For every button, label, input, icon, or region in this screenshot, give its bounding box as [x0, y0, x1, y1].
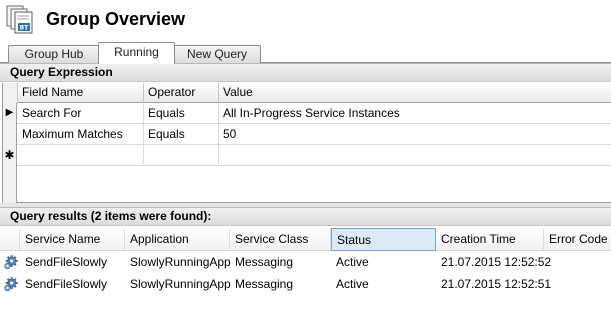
status-cell[interactable]: Active: [331, 273, 436, 295]
tab-new-query[interactable]: New Query: [173, 45, 261, 63]
query-results-grid: Service Name Application Service Class S…: [0, 226, 611, 312]
gear-icon: [4, 277, 18, 292]
gear-icon: [4, 255, 18, 270]
biztalk-badge-text: BT: [20, 25, 30, 32]
new-row-asterisk-icon[interactable]: ✱: [3, 145, 17, 166]
page-title: Group Overview: [46, 9, 186, 29]
results-header-row: Service Name Application Service Class S…: [0, 228, 611, 251]
field-name-cell[interactable]: Search For: [18, 103, 144, 124]
query-results-heading: Query results (2 items were found):: [0, 207, 611, 226]
current-row-indicator-icon[interactable]: ▶: [3, 103, 17, 124]
operator-cell[interactable]: [144, 145, 219, 166]
operator-cell[interactable]: Equals: [144, 103, 219, 124]
creation-time-cell[interactable]: 21.07.2015 12:52:51: [436, 273, 551, 295]
column-header-application[interactable]: Application: [125, 228, 230, 251]
column-header-error-code[interactable]: Error Code: [544, 228, 611, 251]
query-expression-row[interactable]: ▶ Search For Equals All In-Progress Serv…: [3, 103, 611, 124]
query-expression-header-row: Field Name Operator Value: [3, 83, 611, 103]
status-cell[interactable]: Active: [331, 251, 436, 273]
field-name-cell[interactable]: [18, 145, 144, 166]
column-header-field-name[interactable]: Field Name: [18, 83, 144, 103]
tab-running[interactable]: Running: [98, 42, 175, 64]
table-row[interactable]: SendFileSlowly SlowlyRunningApp Messagin…: [0, 273, 611, 295]
service-name-cell[interactable]: SendFileSlowly: [20, 251, 125, 273]
service-name-cell[interactable]: SendFileSlowly: [20, 273, 125, 295]
value-cell[interactable]: [219, 145, 611, 166]
service-class-cell[interactable]: Messaging: [230, 273, 331, 295]
column-header-service-name[interactable]: Service Name: [20, 228, 125, 251]
application-cell[interactable]: SlowlyRunningApp: [125, 251, 231, 273]
column-header-creation-time[interactable]: Creation Time: [436, 228, 544, 251]
query-expression-heading: Query Expression: [0, 63, 611, 82]
creation-time-cell[interactable]: 21.07.2015 12:52:52: [436, 251, 551, 273]
biztalk-console-icon: BT: [6, 5, 33, 34]
value-cell[interactable]: All In-Progress Service Instances: [219, 103, 611, 124]
field-name-cell[interactable]: Maximum Matches: [18, 124, 144, 145]
operator-cell[interactable]: Equals: [144, 124, 219, 145]
tab-strip: Group Hub Running New Query: [0, 42, 611, 64]
row-selector-header: [3, 83, 18, 103]
value-cell[interactable]: 50: [219, 124, 611, 145]
error-code-cell[interactable]: [544, 251, 611, 273]
page-header: BT Group Overview: [0, 0, 611, 42]
table-row[interactable]: SendFileSlowly SlowlyRunningApp Messagin…: [0, 251, 611, 273]
row-selector[interactable]: [3, 124, 17, 145]
column-header-operator[interactable]: Operator: [144, 83, 219, 103]
icon-column-header: [0, 228, 20, 251]
column-header-status[interactable]: Status: [331, 228, 436, 251]
column-header-value[interactable]: Value: [219, 83, 611, 103]
error-code-cell[interactable]: [544, 273, 611, 295]
new-query-row[interactable]: ✱: [3, 145, 611, 166]
service-class-cell[interactable]: Messaging: [230, 251, 331, 273]
tab-group-hub[interactable]: Group Hub: [8, 45, 100, 63]
query-expression-grid: Field Name Operator Value ▶ Search For E…: [2, 83, 611, 203]
column-header-service-class[interactable]: Service Class: [230, 228, 331, 251]
query-expression-row[interactable]: Maximum Matches Equals 50: [3, 124, 611, 145]
application-cell[interactable]: SlowlyRunningApp: [125, 273, 231, 295]
